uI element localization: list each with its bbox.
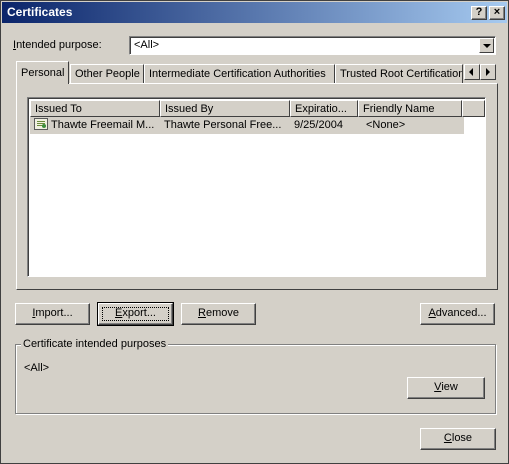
column-friendly-name[interactable]: Friendly Name [358,100,462,117]
cell-expiration: 9/25/2004 [294,119,343,131]
column-issued-to[interactable]: Issued To [30,100,160,117]
group-title: Certificate intended purposes [21,338,169,350]
cell-issued-to: Thawte Freemail M... [51,119,155,131]
import-button[interactable]: Import... [15,303,90,325]
column-filler [462,100,485,117]
arrow-left-icon [469,68,473,76]
export-button[interactable]: Export... [97,302,174,326]
tab-scroll-left[interactable] [464,64,480,80]
close-button[interactable]: Close [420,428,496,450]
title-bar[interactable]: Certificates ? × [2,2,507,23]
cell-friendly-name: <None> [366,119,406,131]
tab-trusted-root[interactable]: Trusted Root Certification [335,64,463,83]
chevron-down-icon [483,44,491,48]
close-window-button[interactable]: × [489,6,505,20]
certificates-dialog: Certificates ? × Intended purpose: <All>… [0,0,509,464]
tab-personal[interactable]: Personal [16,61,69,84]
focus-rectangle [102,307,169,321]
help-button[interactable]: ? [471,6,487,20]
intended-purpose-combo[interactable]: <All> [129,36,496,55]
window-title: Certificates [7,5,73,19]
intended-purpose-label: Intended purpose: [13,39,102,51]
tab-other-people[interactable]: Other People [70,64,144,83]
certificate-list[interactable]: Issued To Issued By Expiratio... Friendl… [27,97,486,277]
tab-intermediate-ca[interactable]: Intermediate Certification Authorities [144,64,335,83]
column-expiration[interactable]: Expiratio... [290,100,358,117]
arrow-right-icon [486,68,490,76]
cell-issued-by: Thawte Personal Free... [164,119,282,131]
remove-button[interactable]: Remove [181,303,256,325]
advanced-button[interactable]: Advanced... [420,303,495,325]
view-button[interactable]: View [407,377,485,399]
column-issued-by[interactable]: Issued By [160,100,290,117]
tab-scroll-right[interactable] [480,64,496,80]
combo-dropdown-button[interactable] [479,38,494,53]
table-row[interactable]: Thawte Freemail M... Thawte Personal Fre… [30,117,464,134]
intended-purposes-value: <All> [24,362,50,374]
certificate-icon [34,118,48,130]
intended-purpose-value: <All> [134,39,160,51]
